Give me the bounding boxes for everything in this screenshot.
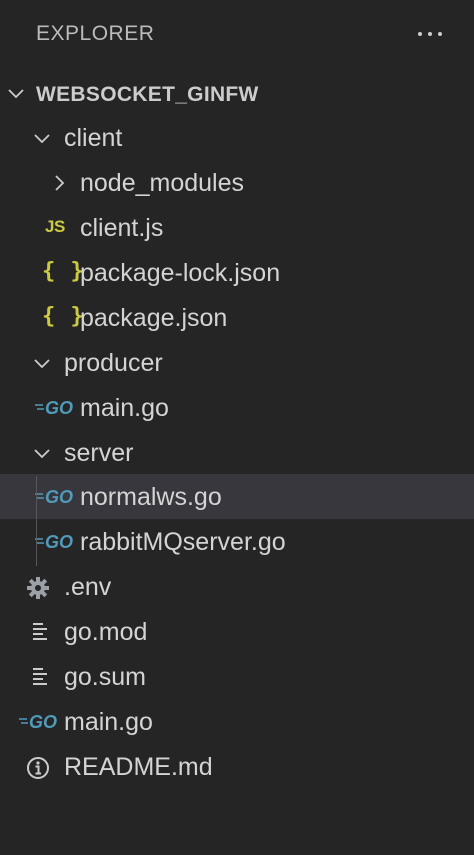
tree-root-folder[interactable]: WEBSOCKET_GINFW: [0, 70, 474, 115]
explorer-title: EXPLORER: [36, 22, 155, 45]
tree-folder-node-modules[interactable]: node_modules: [0, 160, 474, 205]
folder-label: producer: [64, 349, 163, 377]
json-file-icon: { }: [42, 259, 85, 284]
chevron-down-icon: [30, 115, 54, 160]
tree-file-package-json[interactable]: { } package.json: [0, 295, 474, 340]
file-label: main.go: [80, 394, 169, 422]
folder-label: client: [64, 124, 123, 152]
javascript-file-icon: JS: [45, 217, 65, 236]
file-label: .env: [64, 573, 112, 601]
json-file-icon: { }: [42, 304, 85, 329]
tree-file-env[interactable]: .env: [0, 564, 474, 609]
tree-file-go-sum[interactable]: go.sum: [0, 654, 474, 699]
root-folder-label: WEBSOCKET_GINFW: [36, 83, 259, 106]
svg-text:GO: GO: [45, 398, 73, 418]
svg-text:GO: GO: [29, 712, 57, 732]
explorer-panel: EXPLORER WEBSOCKET_GINFW client node_mod…: [0, 0, 474, 855]
tree-folder-producer[interactable]: producer: [0, 340, 474, 385]
tree-file-readme-md[interactable]: README.md: [0, 744, 474, 789]
file-label: go.mod: [64, 618, 148, 646]
file-label: rabbitMQserver.go: [80, 528, 286, 556]
tree-folder-server[interactable]: server: [0, 430, 474, 475]
file-label: normalws.go: [80, 483, 222, 511]
folder-label: server: [64, 439, 134, 467]
file-label: main.go: [64, 708, 153, 736]
chevron-right-icon: [48, 160, 72, 205]
tree-file-package-lock-json[interactable]: { } package-lock.json: [0, 250, 474, 295]
chevron-down-icon: [30, 340, 54, 385]
tree-file-main-go[interactable]: GO main.go: [0, 699, 474, 744]
ellipsis-icon: [438, 32, 442, 36]
file-label: client.js: [80, 214, 164, 242]
explorer-header: EXPLORER: [0, 0, 474, 70]
chevron-down-icon: [30, 430, 54, 475]
ellipsis-icon: [418, 32, 422, 36]
tree-file-rabbitmqserver-go[interactable]: GO rabbitMQserver.go: [0, 519, 474, 564]
file-label: go.sum: [64, 663, 146, 691]
file-label: package-lock.json: [80, 259, 281, 287]
indent-guide: [36, 476, 37, 566]
chevron-down-icon: [4, 70, 28, 115]
file-label: README.md: [64, 753, 213, 781]
tree-folder-client[interactable]: client: [0, 115, 474, 160]
svg-text:GO: GO: [45, 487, 73, 507]
tree-file-client-js[interactable]: JS client.js: [0, 205, 474, 250]
ellipsis-icon: [428, 32, 432, 36]
folder-label: node_modules: [80, 169, 245, 197]
more-actions-button[interactable]: [410, 20, 450, 48]
file-label: package.json: [80, 304, 228, 332]
tree-file-producer-main-go[interactable]: GO main.go: [0, 385, 474, 430]
svg-text:GO: GO: [45, 532, 73, 552]
tree-file-normalws-go[interactable]: GO normalws.go: [0, 474, 474, 519]
tree-file-go-mod[interactable]: go.mod: [0, 609, 474, 654]
